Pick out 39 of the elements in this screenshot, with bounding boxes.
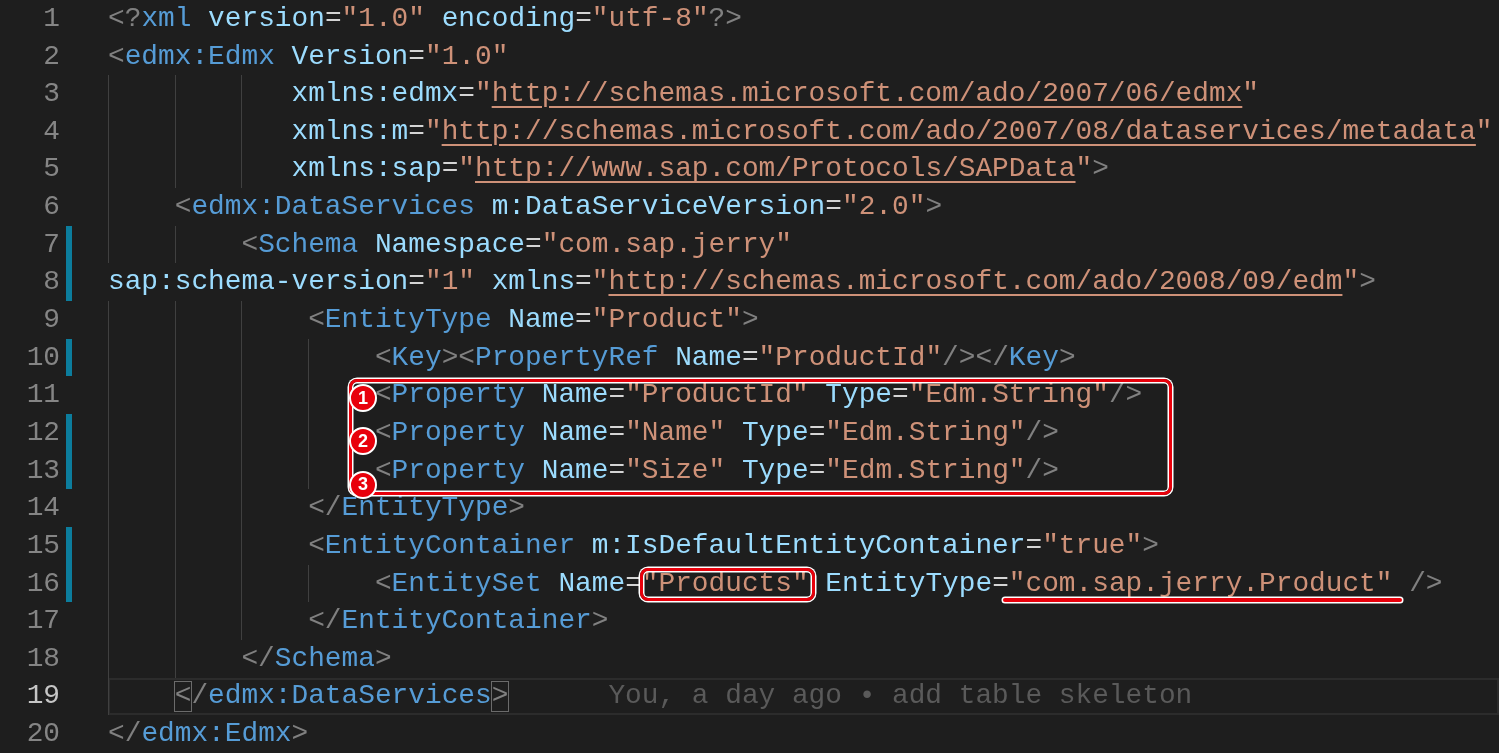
code-line: <EntityContainer m:IsDefaultEntityContainer="true">: [308, 531, 1159, 560]
blame-annotation: You, a day ago • add table skeleton: [608, 682, 1193, 711]
line-number: 17: [25, 607, 60, 635]
line-number: 14: [25, 494, 60, 523]
line-number: 11: [25, 381, 60, 410]
code-line: </edmx:DataServices>: [174, 682, 509, 711]
line-number: 12: [25, 418, 60, 447]
code-line: xmlns:edmx="http://schemas.microsoft.com/ado/2007/06/edmx": [291, 80, 1259, 108]
code-line: sap:schema-version="1" xmlns="http://schemas.microsoft.com/ado/2008/09/edm">: [108, 268, 1376, 297]
code-line: <?xml version="1.0" encoding="utf-8"?>: [108, 4, 742, 33]
line-number: 8: [42, 268, 60, 297]
line-number: 5: [42, 155, 60, 184]
line-number: 16: [25, 569, 60, 598]
code-line: <EntityType Name="Product">: [308, 306, 759, 334]
line-number: 2: [42, 42, 60, 71]
line-number: 18: [25, 644, 60, 673]
code-line: </Schema>: [241, 644, 392, 673]
code-line: </edmx:Edmx>: [108, 720, 309, 748]
code-line: xmlns:m="http://schemas.microsoft.com/ado/2007/08/dataservices/metadata": [291, 117, 1493, 146]
code-line: <Key><PropertyRef Name="ProductId"/></Key>: [374, 343, 1076, 372]
line-number: 13: [25, 456, 60, 485]
line-number: 20: [25, 720, 60, 748]
code-line: <edmx:DataServices m:DataServiceVersion="2.0">: [174, 193, 943, 221]
line-number: 6: [42, 193, 60, 221]
code-line: <Property Name="ProductId" Type="Edm.String"/>: [374, 381, 1143, 410]
code-line: <edmx:Edmx Version="1.0": [108, 42, 509, 71]
line-number: 4: [42, 117, 60, 146]
code-line: <Property Name="Name" Type="Edm.String"/>: [374, 418, 1059, 447]
line-number: 19: [25, 682, 60, 711]
line-number: 7: [42, 230, 60, 259]
line-number: 9: [42, 306, 60, 334]
code-line: <Property Name="Size" Type="Edm.String"/>: [374, 456, 1059, 485]
code-line: </EntityContainer>: [308, 607, 609, 635]
code-line: <Schema Namespace="com.sap.jerry": [241, 230, 792, 259]
line-number: 3: [42, 80, 60, 108]
line-number: 15: [25, 531, 60, 560]
line-number: 1: [42, 4, 60, 33]
line-number: 10: [25, 343, 60, 372]
code-line: xmlns:sap="http://www.sap.com/Protocols/SAPData">: [291, 155, 1109, 184]
